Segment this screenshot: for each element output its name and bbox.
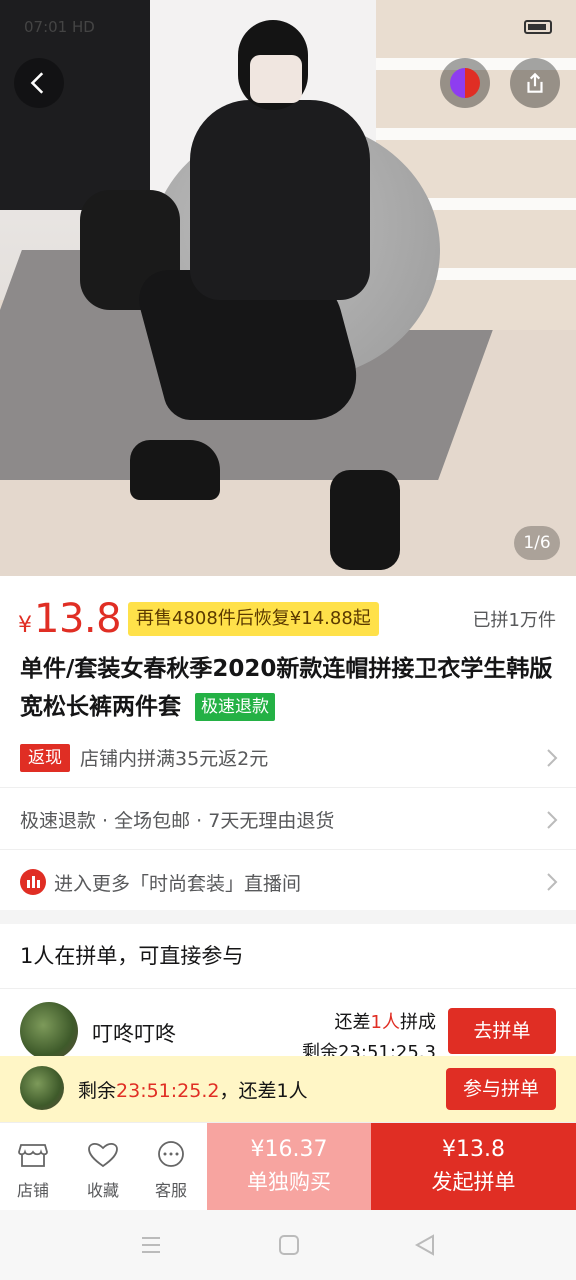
avatar [20,1066,64,1110]
floating-group-bar: 剩余23:51:25.2，还差1人 参与拼单 [0,1056,576,1122]
status-bar: 07:01 HD [24,18,95,36]
chevron-left-icon [30,72,44,94]
tab-favorite-label: 收藏 [86,1181,119,1200]
status-network: HD [72,18,95,36]
refund-tag: 极速退款 [195,693,276,721]
menu-icon[interactable] [140,1234,162,1256]
single-price: ¥16.37 [250,1137,328,1162]
float-countdown: 23:51:25.2 [116,1080,220,1102]
battery-icon [524,20,552,34]
price-value: 13.8 [34,596,122,642]
single-label: 单独购买 [247,1170,331,1194]
live-room-row[interactable]: 进入更多「时尚套装」直播间 [0,852,576,912]
chevron-right-icon [547,811,558,829]
live-text: 进入更多「时尚套装」直播间 [54,872,302,895]
chevron-right-icon [547,873,558,891]
price-row: ¥ 13.8 再售4808件后恢复¥14.88起 已拼1万件 [0,576,576,648]
need-count: 1人 [370,1012,400,1033]
price: ¥ 13.8 [18,596,122,642]
cashback-row[interactable]: 返现 店铺内拼满35元返2元 [0,728,576,788]
store-icon [18,1144,48,1167]
product-title-text: 单件/套装女春秋季2020新款连帽拼接卫衣学生韩版宽松长裤两件套 [20,656,553,720]
bottom-bar: 店铺 收藏 客服 ¥16.37 单独购买 ¥13.8 发起拼单 [0,1122,576,1211]
cashback-badge: 返现 [20,743,70,772]
resale-note: 再售4808件后恢复¥14.88起 [128,602,379,636]
back-triangle-icon[interactable] [414,1234,436,1256]
join-group-button[interactable]: 去拼单 [448,1008,556,1054]
back-button[interactable] [14,58,64,108]
services-row[interactable]: 极速退款 · 全场包邮 · 7天无理由退货 [0,790,576,850]
tab-favorite[interactable]: 收藏 [70,1123,136,1211]
group-username: 叮咚叮咚 [92,1022,176,1046]
chevron-right-icon [547,749,558,767]
floating-countdown: 剩余23:51:25.2，还差1人 [78,1076,308,1103]
product-page: 07:01 HD 1/6 ¥ 13.8 再售4808件后恢复¥14.88起 已拼… [0,0,576,1280]
group-price: ¥13.8 [442,1137,505,1162]
image-counter: 1/6 [514,526,560,560]
need-suffix: 拼成 [400,1012,436,1033]
float-suffix: ，还差1人 [219,1080,308,1102]
heart-icon [88,1143,118,1168]
sold-count: 已拼1万件 [472,610,556,631]
brand-tag-button[interactable] [440,58,490,108]
currency-symbol: ¥ [18,613,32,638]
status-time: 07:01 [24,18,68,36]
divider [0,988,576,989]
system-navbar [0,1210,576,1280]
product-image[interactable]: 07:01 HD 1/6 [0,0,576,576]
share-button[interactable] [510,58,560,108]
tab-service-label: 客服 [154,1181,187,1200]
live-icon [20,869,46,895]
brand-icon [450,68,480,98]
section-gap [0,910,576,924]
chat-icon [158,1141,184,1167]
home-icon[interactable] [278,1234,300,1256]
participate-button[interactable]: 参与拼单 [446,1068,556,1110]
start-group-button[interactable]: ¥13.8 发起拼单 [371,1123,576,1211]
share-icon [527,72,543,93]
group-row: 叮咚叮咚 还差1人拼成 剩余23:51:25.3 去拼单 [0,990,576,1063]
buy-single-button[interactable]: ¥16.37 单独购买 [207,1123,371,1211]
float-prefix: 剩余 [78,1080,117,1102]
tab-service[interactable]: 客服 [138,1123,204,1211]
group-header: 1人在拼单，可直接参与 [20,944,244,968]
product-title: 单件/套装女春秋季2020新款连帽拼接卫衣学生韩版宽松长裤两件套 极速退款 [20,650,560,726]
need-prefix: 还差 [334,1012,371,1033]
group-need: 还差1人拼成 [335,1008,436,1034]
services-text: 极速退款 · 全场包邮 · 7天无理由退货 [20,810,335,832]
cashback-text: 店铺内拼满35元返2元 [80,748,269,770]
group-label: 发起拼单 [431,1170,516,1194]
tab-store[interactable]: 店铺 [0,1123,66,1211]
avatar [20,1002,78,1060]
tab-store-label: 店铺 [16,1181,49,1200]
